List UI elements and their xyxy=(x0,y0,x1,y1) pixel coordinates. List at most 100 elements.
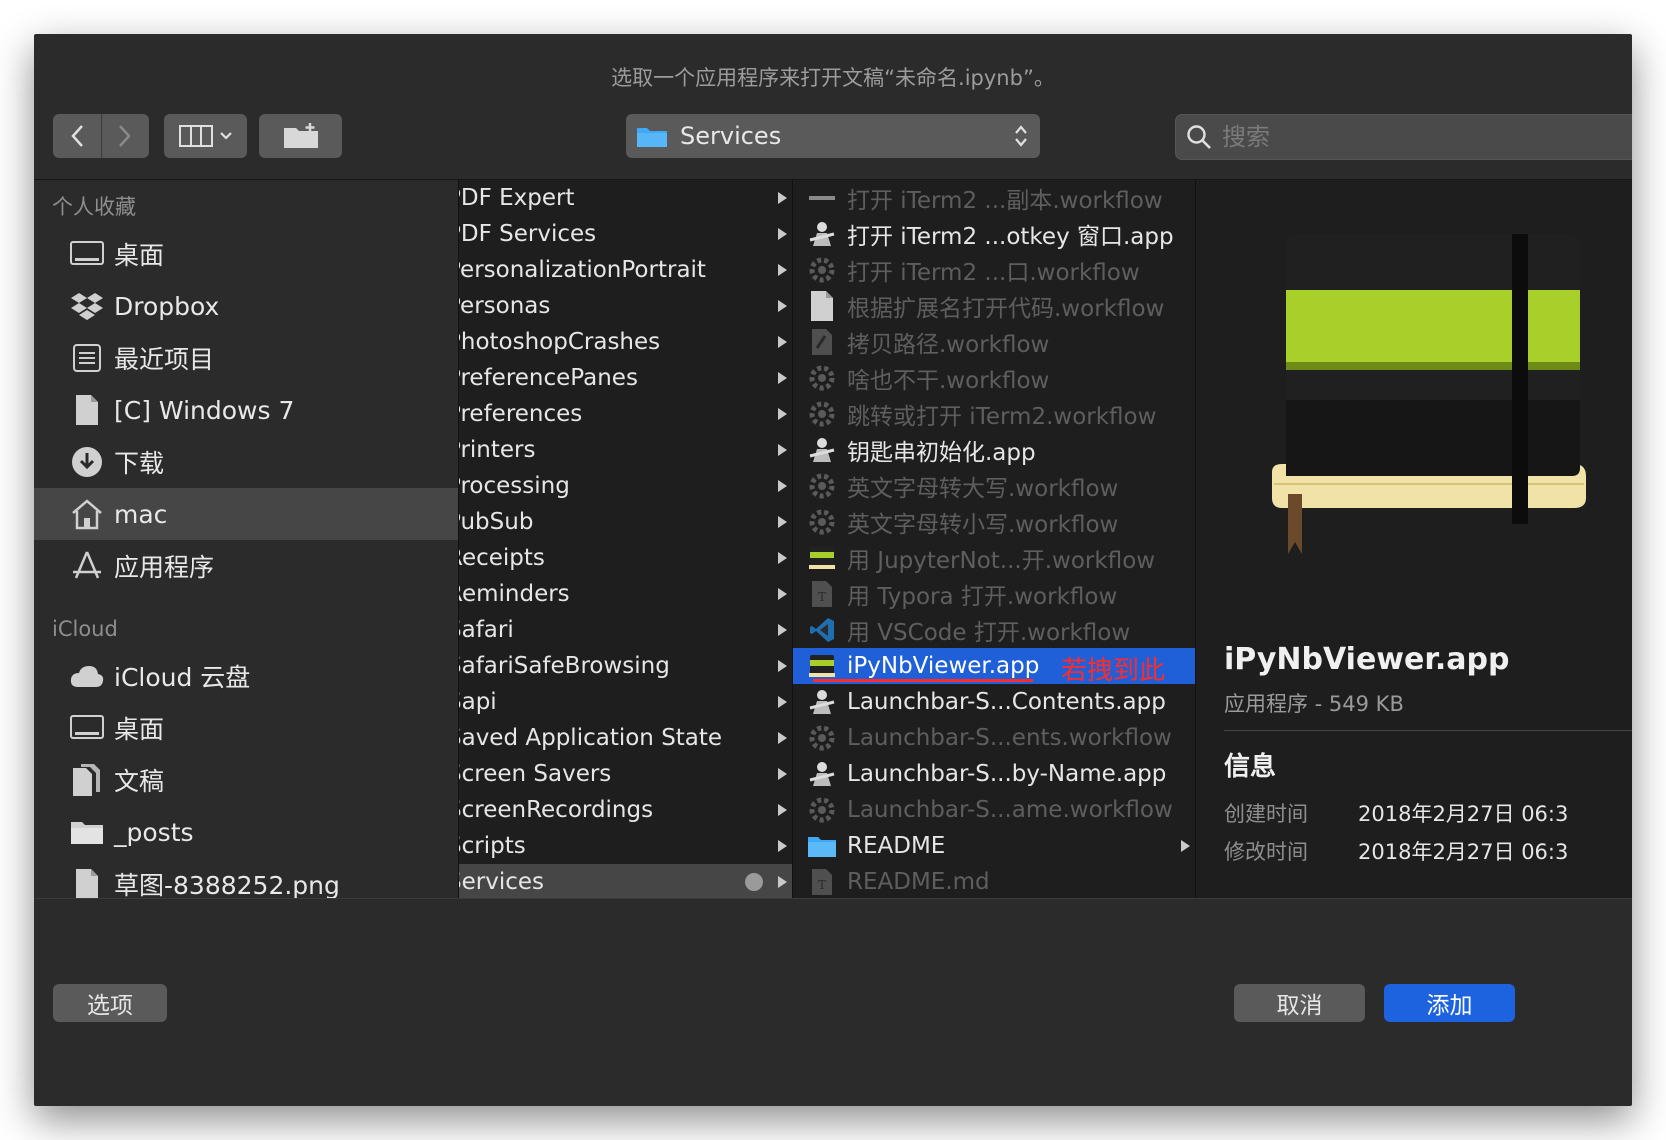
folder-row[interactable]: SafariSafeBrowsing xyxy=(459,648,793,684)
chevron-down-icon xyxy=(219,132,232,140)
file-row[interactable]: iPyNbViewer.app 若拽到此 xyxy=(793,648,1196,686)
sidebar-item[interactable]: Dropbox xyxy=(34,280,458,332)
disclosure-arrow-icon xyxy=(778,552,787,564)
preview-info-header: 信息 xyxy=(1224,752,1277,782)
workflow-icon xyxy=(807,400,837,428)
file-row[interactable]: 用 VSCode 打开.workflow xyxy=(793,612,1196,648)
file-row[interactable]: Launchbar-S...ame.workflow xyxy=(793,792,1196,828)
file-row[interactable]: 跳转或打开 iTerm2.workflow xyxy=(793,396,1196,432)
download-icon xyxy=(68,443,106,481)
sidebar-item[interactable]: 桌面 xyxy=(34,228,458,280)
file-row[interactable]: 打开 iTerm2 ...副本.workflow xyxy=(793,180,1196,216)
folder-row[interactable]: Screen Savers xyxy=(459,756,793,792)
folder-row-label: PhotoshopCrashes xyxy=(458,329,661,355)
applications-icon xyxy=(68,547,106,585)
sidebar-item[interactable]: 文稿 xyxy=(34,754,458,806)
sidebar-item[interactable]: 应用程序 xyxy=(34,540,458,592)
column-services: 打开 iTerm2 ...副本.workflow 打开 iTerm2 ...otk… xyxy=(792,180,1196,898)
home-icon xyxy=(68,495,106,533)
sidebar-item[interactable]: 最近项目 xyxy=(34,332,458,384)
file-row[interactable]: T 用 Typora 打开.workflow xyxy=(793,576,1196,612)
folder-row[interactable]: Services xyxy=(459,864,793,898)
folder-row[interactable]: PubSub xyxy=(459,504,793,540)
folder-row[interactable]: Sapi xyxy=(459,684,793,720)
preview-modified-row: 修改时间 2018年2月27日 06:3 xyxy=(1224,836,1568,866)
file-row[interactable]: 啥也不干.workflow xyxy=(793,360,1196,396)
preview-created-row: 创建时间 2018年2月27日 06:3 xyxy=(1224,798,1568,828)
sidebar-item[interactable]: 下载 xyxy=(34,436,458,488)
location-popup[interactable]: Services xyxy=(626,114,1040,158)
dialog-title: 选取一个应用程序来打开文稿“未命名.ipynb”。 xyxy=(611,66,1055,90)
file-row[interactable]: 打开 iTerm2 ...口.workflow xyxy=(793,252,1196,288)
disclosure-arrow-icon xyxy=(778,732,787,744)
file-row[interactable]: Launchbar-S...Contents.app xyxy=(793,684,1196,720)
disclosure-arrow-icon xyxy=(778,480,787,492)
nav-buttons xyxy=(53,114,149,158)
file-row[interactable]: 英文字母转小写.workflow xyxy=(793,504,1196,540)
folder-row-label: Services xyxy=(459,869,544,895)
folder-row-label: Scripts xyxy=(459,833,526,859)
file-row-label: 打开 iTerm2 ...口.workflow xyxy=(847,260,1140,286)
disclosure-arrow-icon xyxy=(778,588,787,600)
folder-row[interactable]: Saved Application State xyxy=(459,720,793,756)
folder-row[interactable]: Reminders xyxy=(459,576,793,612)
sidebar-item[interactable]: mac xyxy=(34,488,458,540)
sidebar-item-label: mac xyxy=(114,499,168,529)
sidebar-item[interactable]: 草图-8388252.png xyxy=(34,858,458,898)
sidebar-item-label: 下载 xyxy=(114,449,165,478)
file-row[interactable]: 打开 iTerm2 ...otkey 窗口.app xyxy=(793,216,1196,252)
folder-row[interactable]: Processing xyxy=(459,468,793,504)
column-library: PDF Expert PDF Services PersonalizationPor… xyxy=(458,180,793,898)
file-row[interactable]: T README.md xyxy=(793,864,1196,898)
view-mode-button[interactable] xyxy=(164,114,247,158)
folder-row[interactable]: Preferences xyxy=(459,396,793,432)
folder-row[interactable]: Safari xyxy=(459,612,793,648)
sidebar-item-label: [C] Windows 7 xyxy=(114,395,295,425)
folder-row-label: Reminders xyxy=(458,581,570,607)
folder-row[interactable]: PhotoshopCrashes xyxy=(459,324,793,360)
sidebar-item[interactable]: _posts xyxy=(34,806,458,858)
document-icon xyxy=(68,391,106,429)
preview-kind-size: 应用程序 - 549 KB xyxy=(1224,692,1404,716)
add-button[interactable]: 添加 xyxy=(1384,984,1515,1022)
typora-icon: T xyxy=(807,580,837,608)
forward-button[interactable] xyxy=(101,114,149,158)
workflow-icon xyxy=(807,724,837,752)
folder-row[interactable]: Personas xyxy=(459,288,793,324)
search-input[interactable] xyxy=(1220,122,1624,152)
folder-row[interactable]: PDF Services xyxy=(459,216,793,252)
folder-row-label: PubSub xyxy=(459,509,534,535)
file-row-label: README.md xyxy=(847,869,990,895)
folder-row[interactable]: Receipts xyxy=(459,540,793,576)
folder-icon xyxy=(807,832,837,860)
new-folder-button[interactable] xyxy=(259,114,342,158)
file-row[interactable]: 根据扩展名打开代码.workflow xyxy=(793,288,1196,324)
sidebar-item[interactable]: 桌面 xyxy=(34,702,458,754)
folder-row[interactable]: Scripts xyxy=(459,828,793,864)
folder-row[interactable]: ScreenRecordings xyxy=(459,792,793,828)
cancel-button[interactable]: 取消 xyxy=(1234,984,1365,1022)
preview-pane: iPyNbViewer.app 应用程序 - 549 KB 信息 创建时间 201… xyxy=(1195,180,1632,898)
folder-row[interactable]: Printers xyxy=(459,432,793,468)
file-row[interactable]: 用 JupyterNot...开.workflow xyxy=(793,540,1196,576)
file-row[interactable]: 钥匙串初始化.app xyxy=(793,432,1196,468)
disclosure-arrow-icon xyxy=(778,516,787,528)
sidebar-item[interactable]: [C] Windows 7 xyxy=(34,384,458,436)
file-row[interactable]: Launchbar-S...by-Name.app xyxy=(793,756,1196,792)
back-button[interactable] xyxy=(53,114,101,158)
sidebar-item-label: _posts xyxy=(114,817,194,847)
folder-row[interactable]: PDF Expert xyxy=(459,180,793,216)
folder-row[interactable]: PreferencePanes xyxy=(459,360,793,396)
preview-divider xyxy=(1224,730,1632,731)
file-row[interactable]: README xyxy=(793,828,1196,864)
sidebar-item[interactable]: iCloud 云盘 xyxy=(34,650,458,702)
file-row-label: 钥匙串初始化.app xyxy=(847,440,1036,466)
folder-row[interactable]: PersonalizationPortrait xyxy=(459,252,793,288)
file-row[interactable]: 英文字母转大写.workflow xyxy=(793,468,1196,504)
created-value: 2018年2月27日 06:3 xyxy=(1358,802,1569,826)
file-row[interactable]: Launchbar-S...ents.workflow xyxy=(793,720,1196,756)
file-row[interactable]: 拷贝路径.workflow xyxy=(793,324,1196,360)
options-button[interactable]: 选项 xyxy=(53,984,167,1022)
file-row-label: 英文字母转大写.workflow xyxy=(847,476,1119,502)
vscode-icon xyxy=(807,616,837,644)
